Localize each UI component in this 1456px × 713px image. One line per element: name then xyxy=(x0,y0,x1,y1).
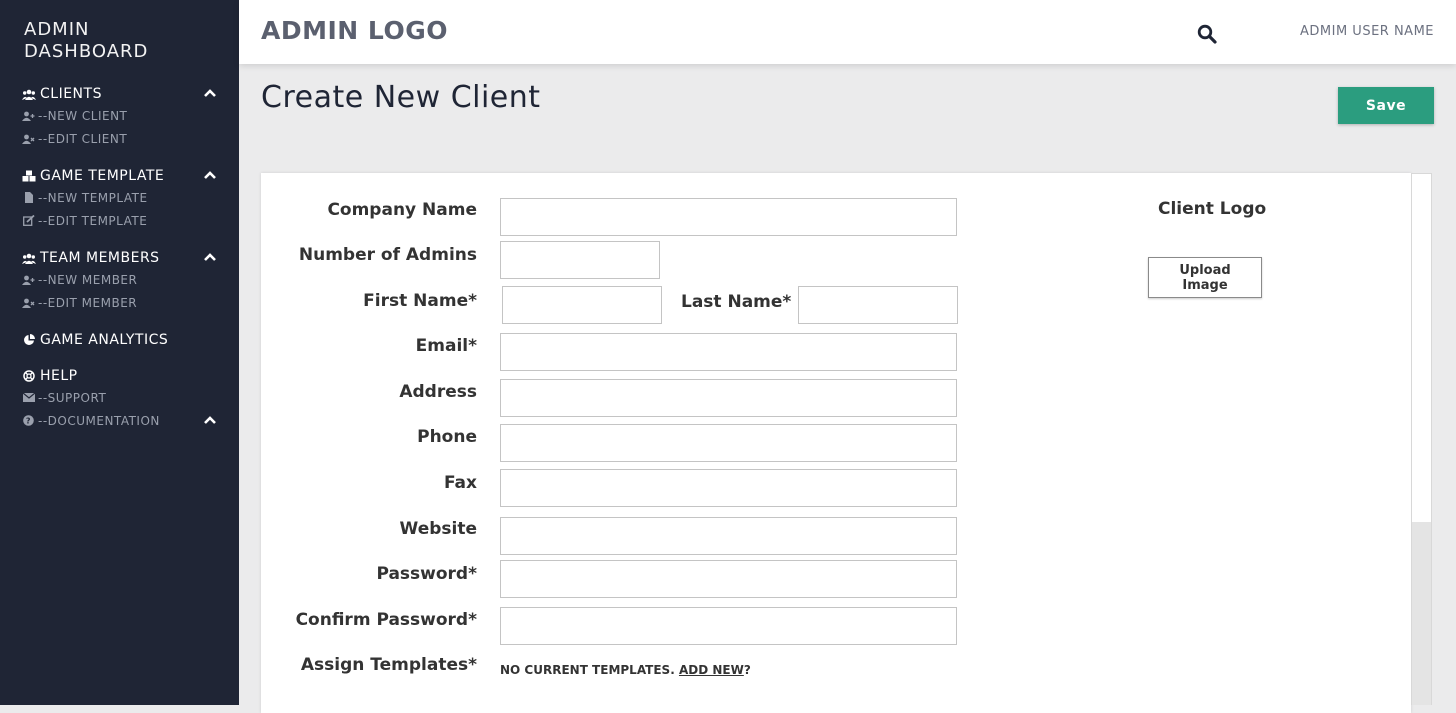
address-label: Address xyxy=(399,382,477,402)
cubes-icon xyxy=(22,170,36,182)
last-name-input[interactable] xyxy=(798,286,958,324)
company-name-input[interactable] xyxy=(500,198,957,236)
sidebar-item-documentation[interactable]: ? --DOCUMENTATION xyxy=(22,409,239,432)
envelope-icon xyxy=(22,393,35,403)
question-circle-icon: ? xyxy=(22,415,35,426)
sidebar-section-help: HELP --SUPPORT ? --DOCUMENTATION xyxy=(22,366,239,432)
user-name[interactable]: ADMIM USER NAME xyxy=(1300,24,1434,39)
upload-image-button[interactable]: Upload Image xyxy=(1148,257,1262,298)
sidebar-item-edit-member[interactable]: --EDIT MEMBER xyxy=(22,291,239,314)
website-label: Website xyxy=(399,519,477,539)
sidebar-item-game-template[interactable]: GAME TEMPLATE xyxy=(22,166,239,186)
password-label: Password* xyxy=(376,564,477,584)
add-new-template-link[interactable]: ADD NEW xyxy=(679,663,744,677)
sidebar-item-clients[interactable]: CLIENTS xyxy=(22,84,239,104)
search-icon[interactable] xyxy=(1197,24,1217,44)
assign-templates-label: Assign Templates* xyxy=(300,655,477,675)
confirm-password-label: Confirm Password* xyxy=(295,610,477,630)
top-bar: ADMIN LOGO ADMIM USER NAME xyxy=(239,0,1456,64)
password-input[interactable] xyxy=(500,560,957,598)
client-logo-label: Client Logo xyxy=(1158,199,1267,219)
number-of-admins-label: Number of Admins xyxy=(298,245,477,265)
email-input[interactable] xyxy=(500,333,957,371)
website-input[interactable] xyxy=(500,517,957,555)
templates-note: NO CURRENT TEMPLATES. ADD NEW? xyxy=(500,663,751,677)
sidebar-item-support[interactable]: --SUPPORT xyxy=(22,386,239,409)
sidebar-section-clients: CLIENTS --NEW CLIENT --EDIT CLIENT xyxy=(22,84,239,150)
admin-logo[interactable]: ADMIN LOGO xyxy=(261,16,448,45)
user-plus-icon xyxy=(22,111,35,121)
email-label: Email* xyxy=(415,336,477,356)
dashboard-title: ADMIN DASHBOARD xyxy=(24,19,149,62)
svg-text:?: ? xyxy=(26,417,31,426)
page-title: Create New Client xyxy=(261,80,541,115)
sidebar-item-team-members[interactable]: TEAM MEMBERS xyxy=(22,248,239,268)
phone-label: Phone xyxy=(417,427,477,447)
chevron-up-icon[interactable] xyxy=(203,252,217,262)
pie-chart-icon xyxy=(22,334,36,346)
users-icon xyxy=(22,252,36,264)
fax-label: Fax xyxy=(443,473,477,493)
user-times-icon xyxy=(22,298,35,308)
phone-input[interactable] xyxy=(500,424,957,462)
last-name-label: Last Name* xyxy=(681,292,792,312)
save-button[interactable]: Save xyxy=(1338,87,1434,124)
sidebar-item-new-client[interactable]: --NEW CLIENT xyxy=(22,104,239,127)
number-of-admins-input[interactable] xyxy=(500,241,660,279)
sidebar: ADMIN DASHBOARD CLIENTS --NEW CLIENT --E… xyxy=(0,0,239,705)
fax-input[interactable] xyxy=(500,469,957,507)
sidebar-item-new-template[interactable]: --NEW TEMPLATE xyxy=(22,186,239,209)
scrollbar-thumb[interactable] xyxy=(1412,522,1431,705)
sidebar-section-game-analytics: GAME ANALYTICS xyxy=(22,330,239,350)
sidebar-section-game-template: GAME TEMPLATE --NEW TEMPLATE --EDIT TEMP… xyxy=(22,166,239,232)
users-icon xyxy=(22,88,36,100)
sidebar-item-edit-client[interactable]: --EDIT CLIENT xyxy=(22,127,239,150)
first-name-input[interactable] xyxy=(502,286,662,324)
sidebar-item-help[interactable]: HELP xyxy=(22,366,239,386)
first-name-label: First Name* xyxy=(363,291,477,311)
company-name-label: Company Name xyxy=(327,200,477,220)
chevron-up-icon[interactable] xyxy=(203,88,217,98)
edit-icon xyxy=(22,215,35,226)
chevron-up-icon[interactable] xyxy=(203,415,217,425)
life-ring-icon xyxy=(22,370,36,382)
sidebar-section-team-members: TEAM MEMBERS --NEW MEMBER --EDIT MEMBER xyxy=(22,248,239,314)
confirm-password-input[interactable] xyxy=(500,607,957,645)
sidebar-item-edit-template[interactable]: --EDIT TEMPLATE xyxy=(22,209,239,232)
chevron-up-icon[interactable] xyxy=(203,170,217,180)
file-icon xyxy=(22,192,35,203)
sidebar-item-game-analytics[interactable]: GAME ANALYTICS xyxy=(22,330,239,350)
address-input[interactable] xyxy=(500,379,957,417)
user-plus-icon xyxy=(22,275,35,285)
user-times-icon xyxy=(22,134,35,144)
sidebar-item-new-member[interactable]: --NEW MEMBER xyxy=(22,268,239,291)
